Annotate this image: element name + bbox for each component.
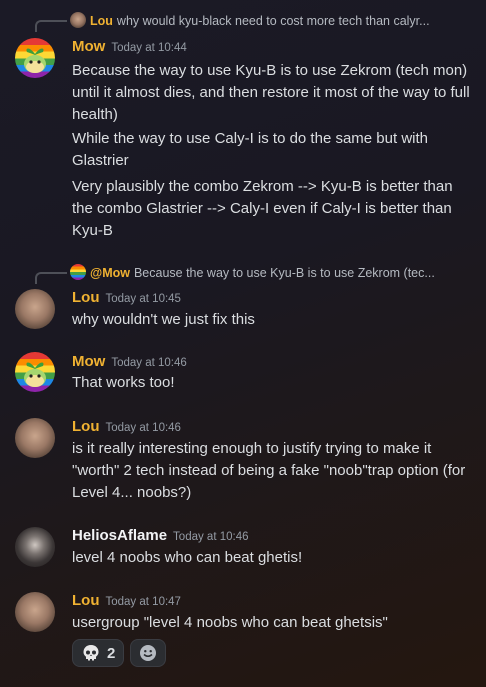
turtwig-icon — [24, 362, 46, 387]
avatar[interactable] — [15, 38, 55, 78]
message-text: level 4 noobs who can beat ghetis! — [72, 549, 303, 566]
message-text: Because the way to use Kyu-B is to use Z… — [72, 62, 470, 123]
turtwig-icon — [24, 48, 46, 73]
reply-avatar — [70, 12, 86, 28]
reply-connector — [35, 20, 67, 32]
timestamp: Today at 10:46 — [111, 357, 187, 369]
message-text: why wouldn't we just fix this — [72, 311, 255, 328]
timestamp: Today at 10:45 — [105, 293, 181, 305]
reaction-skull[interactable]: 2 — [72, 639, 125, 667]
author-name[interactable]: Mow Today at 10:46 — [72, 353, 187, 370]
message-text: Very plausibly the combo Zekrom --> Kyu-… — [72, 178, 453, 239]
reply-author[interactable]: Lou — [90, 14, 113, 28]
message-text: While the way to use Caly-I is to do the… — [72, 130, 428, 169]
reply-author[interactable]: @Mow — [90, 266, 130, 280]
reply-text: Because the way to use Kyu-B is to use Z… — [133, 266, 435, 280]
avatar[interactable] — [15, 527, 55, 567]
avatar[interactable] — [15, 352, 55, 392]
skull-icon — [83, 645, 99, 661]
author-name[interactable]: Lou Today at 10:45 — [72, 289, 181, 306]
reply-avatar — [70, 264, 86, 280]
reply-preview[interactable]: @Mow Because the way to use Kyu-B is to u… — [70, 264, 435, 284]
reply-preview[interactable]: Lou why would kyu-black need to cost more… — [70, 12, 430, 32]
author-name[interactable]: Lou Today at 10:47 — [72, 592, 181, 609]
message-text: That works too! — [72, 374, 175, 391]
reply-connector — [35, 272, 67, 284]
author-name[interactable]: HeliosAflame Today at 10:46 — [72, 527, 249, 544]
timestamp: Today at 10:44 — [111, 42, 187, 54]
smiley-icon — [140, 645, 157, 661]
timestamp: Today at 10:46 — [105, 422, 181, 434]
chat-log: Lou why would kyu-black need to cost more… — [0, 0, 486, 687]
avatar[interactable] — [15, 418, 55, 458]
timestamp: Today at 10:46 — [173, 531, 249, 543]
avatar[interactable] — [15, 289, 55, 329]
avatar[interactable] — [15, 592, 55, 632]
add-reaction-button[interactable] — [130, 639, 167, 667]
author-name[interactable]: Mow Today at 10:44 — [72, 38, 187, 55]
reply-text: why would kyu-black need to cost more te… — [116, 14, 430, 28]
message-text: is it really interesting enough to justi… — [72, 440, 466, 501]
author-name[interactable]: Lou Today at 10:46 — [72, 418, 181, 435]
reaction-bar: 2 — [72, 639, 167, 667]
reaction-count: 2 — [107, 644, 116, 662]
message-text: usergroup "level 4 noobs who can beat gh… — [72, 614, 388, 631]
timestamp: Today at 10:47 — [105, 596, 181, 608]
